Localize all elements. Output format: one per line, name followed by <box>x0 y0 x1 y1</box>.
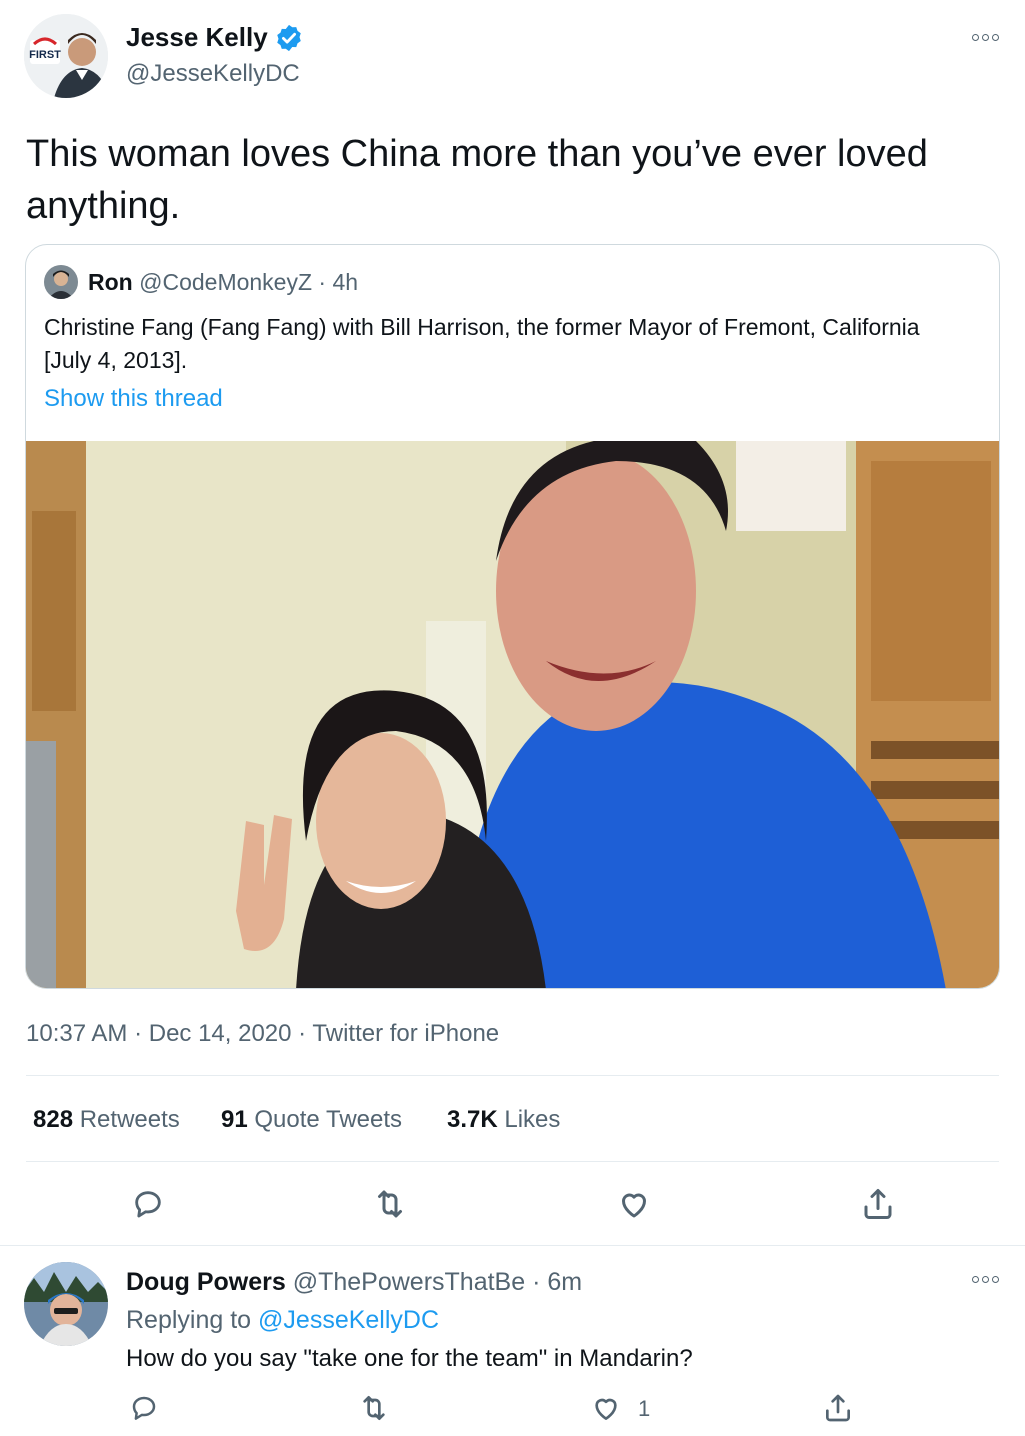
reply-icon <box>132 1396 156 1420</box>
reply-icon <box>135 1191 161 1218</box>
avatar-badge-text: FIRST <box>29 49 61 61</box>
share-icon <box>826 1394 850 1422</box>
author-name-row[interactable]: Jesse Kelly <box>126 22 304 53</box>
quoted-author-meta[interactable]: @CodeMonkeyZ · 4h <box>139 269 358 295</box>
retweets-count: 828 <box>33 1106 74 1133</box>
reply-like-button[interactable] <box>586 1388 626 1428</box>
show-thread-link[interactable]: Show this thread <box>44 385 223 413</box>
reply-share-button[interactable] <box>818 1388 858 1428</box>
tweet-text: This woman loves China more than you’ve … <box>26 133 928 227</box>
author-avatar-image: FIRST <box>24 14 108 98</box>
quoted-photo[interactable] <box>26 441 999 988</box>
reply-reply-button[interactable] <box>124 1388 164 1428</box>
quoted-photo-image <box>26 441 999 988</box>
tweet-timestamp[interactable]: 10:37 AM · Dec 14, 2020 · Twitter for iP… <box>26 1020 499 1048</box>
likes-stat[interactable]: 3.7K Likes <box>447 1106 560 1134</box>
divider <box>0 1245 1025 1246</box>
more-icon[interactable] <box>970 30 1000 44</box>
verified-badge-icon <box>276 24 301 51</box>
likes-label: Likes <box>504 1106 561 1133</box>
quote-tweets-count: 91 <box>221 1106 248 1133</box>
like-icon <box>595 1398 617 1420</box>
retweets-stat[interactable]: 828 Retweets <box>33 1106 180 1134</box>
retweet-button[interactable] <box>368 1182 412 1226</box>
reply-author-avatar-image <box>24 1262 108 1346</box>
quoted-tweet-text: Christine Fang (Fang Fang) with Bill Har… <box>44 314 920 373</box>
divider <box>26 1161 999 1162</box>
like-button[interactable] <box>612 1182 656 1226</box>
reply-retweet-button[interactable] <box>354 1388 394 1428</box>
quote-tweets-stat[interactable]: 91 Quote Tweets <box>221 1106 402 1134</box>
reply-like-count: 1 <box>638 1396 651 1421</box>
retweets-label: Retweets <box>79 1106 180 1133</box>
reply-text: How do you say "take one for the team" i… <box>126 1345 693 1372</box>
reply-author-name[interactable]: Doug Powers <box>126 1268 286 1296</box>
quoted-author-avatar-image <box>44 265 78 299</box>
reply-author-meta[interactable]: @ThePowersThatBe · 6m <box>293 1268 582 1296</box>
replying-to-line: Replying to @JesseKellyDC <box>126 1306 439 1335</box>
quoted-author-name[interactable]: Ron <box>88 269 133 295</box>
replying-to-handle[interactable]: @JesseKellyDC <box>258 1306 439 1334</box>
reply-button[interactable] <box>126 1182 170 1226</box>
likes-count: 3.7K <box>447 1106 498 1133</box>
divider <box>26 1075 999 1076</box>
quoted-author-avatar[interactable] <box>44 265 78 299</box>
reply-author-row: Doug Powers @ThePowersThatBe · 6m <box>126 1268 582 1297</box>
author-handle[interactable]: @JesseKellyDC <box>126 60 300 88</box>
retweet-icon <box>363 1396 385 1420</box>
author-name[interactable]: Jesse Kelly <box>126 22 268 53</box>
share-button[interactable] <box>856 1182 900 1226</box>
retweet-icon <box>378 1190 402 1218</box>
replying-to-prefix: Replying to <box>126 1306 252 1334</box>
quote-tweets-label: Quote Tweets <box>254 1106 403 1133</box>
quoted-author-row: Ron @CodeMonkeyZ · 4h <box>88 269 358 296</box>
like-icon <box>622 1193 646 1218</box>
author-avatar[interactable]: FIRST <box>24 14 108 98</box>
reply-author-avatar[interactable] <box>24 1262 108 1346</box>
share-icon <box>864 1189 892 1219</box>
reply-more-icon[interactable] <box>970 1272 1000 1286</box>
quoted-tweet-card[interactable]: Ron @CodeMonkeyZ · 4h Christine Fang (Fa… <box>25 244 1000 989</box>
